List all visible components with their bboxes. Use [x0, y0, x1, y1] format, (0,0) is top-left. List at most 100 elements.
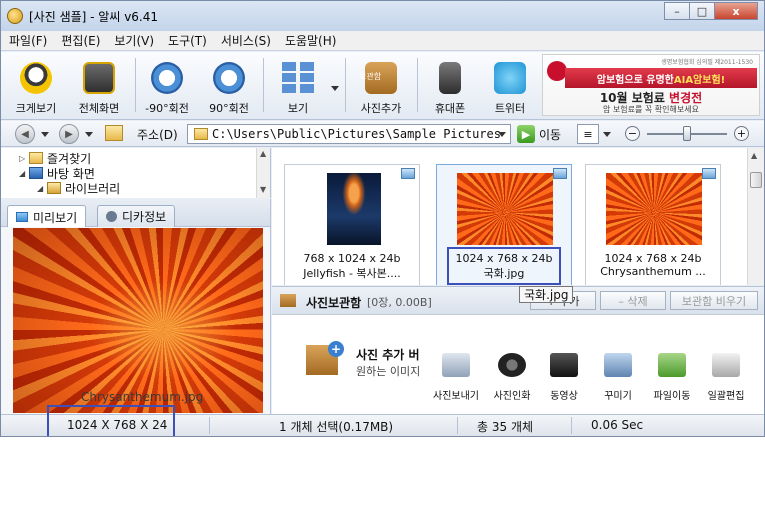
collapse-arrow-icon[interactable]: ◢: [19, 169, 29, 178]
image-type-icon: [401, 168, 415, 179]
twitter-label: 트위터: [494, 102, 526, 115]
fullscreen-button[interactable]: 전체화면: [71, 56, 127, 116]
menu-tools[interactable]: 도구(T): [168, 32, 207, 49]
status-divider: [571, 417, 572, 434]
action-label: 사진보내기: [433, 391, 479, 402]
go-label[interactable]: 이동: [539, 126, 561, 143]
tree-scrollbar[interactable]: ▲ ▼: [256, 148, 270, 198]
menu-view[interactable]: 보기(V): [114, 32, 154, 49]
back-arrow-icon: ◀: [21, 128, 29, 140]
ad-headline-highlight: 변경전: [669, 91, 703, 105]
ad-subtext: 암 보험료를 꼭 확인해보세요: [603, 105, 699, 114]
thumbnail-item[interactable]: 1024 x 768 x 24b Chrysanthemum ...: [585, 164, 721, 285]
list-view-dropdown-icon[interactable]: [603, 132, 611, 137]
photo-storage-panel: 사진보관함 [0장, 0.00B] + 추가 – 삭제 보관함 비우기 + 사진…: [272, 286, 764, 414]
ad-ribbon-text: 암보험으로 유명한: [596, 74, 674, 86]
menu-services[interactable]: 서비스(S): [221, 32, 271, 49]
title-bar: [사진 샘플] - 알씨 v6.41 – □ x: [1, 1, 764, 31]
ad-headline-text: 10월 보험료: [599, 91, 670, 105]
storage-clear-button[interactable]: 보관함 비우기: [670, 291, 758, 310]
image-type-icon: [702, 168, 716, 179]
ad-banner[interactable]: 생명보험협회 심의필 제2011-1530 암보험으로 유명한 AIA암보험! …: [542, 54, 760, 116]
zoom-out-button[interactable]: −: [625, 126, 640, 141]
go-button[interactable]: ▶: [517, 125, 535, 143]
batch-edit-button[interactable]: 일괄편집: [698, 353, 754, 402]
thumbnail-scrollbar[interactable]: ▲: [747, 148, 764, 285]
twitter-icon: [494, 62, 526, 94]
info-icon: [106, 211, 117, 222]
fullscreen-label: 전체화면: [78, 102, 120, 115]
close-button[interactable]: x: [714, 2, 758, 20]
minimize-button[interactable]: –: [664, 2, 690, 20]
add-photo-label: 사진추가: [360, 102, 402, 115]
address-bar: ◀ ▶ 주소(D) C:\Users\Public\Pictures\Sampl…: [1, 121, 764, 147]
zoom-in-button[interactable]: +: [734, 126, 749, 141]
list-view-button[interactable]: ≡: [577, 124, 599, 144]
status-time: 0.06 Sec: [591, 418, 644, 432]
menu-help[interactable]: 도움말(H): [285, 32, 337, 49]
thumbnail-dimensions: 768 x 1024 x 24b: [303, 252, 401, 265]
twitter-button[interactable]: 트위터: [485, 56, 535, 116]
video-button[interactable]: 동영상: [536, 353, 592, 402]
go-arrow-icon: ▶: [521, 127, 531, 141]
print-photo-button[interactable]: 사진인화: [484, 353, 540, 402]
preview-image[interactable]: [13, 228, 263, 413]
decorate-button[interactable]: 꾸미기: [590, 353, 646, 402]
favorites-folder-icon: [29, 152, 43, 164]
forward-button[interactable]: ▶: [59, 124, 79, 144]
tree-item-libraries[interactable]: ◢ 라이브러리: [37, 180, 120, 196]
menu-file[interactable]: 파일(F): [9, 32, 47, 49]
collapse-arrow-icon[interactable]: ◢: [37, 184, 47, 193]
thumbnail-dimensions: 1024 x 768 x 24b: [604, 252, 702, 265]
storage-delete-button[interactable]: – 삭제: [600, 291, 666, 310]
rotate-right-label: 90°회전: [209, 102, 249, 115]
magnify-button[interactable]: 크게보기: [11, 56, 61, 116]
clapperboard-icon: [550, 353, 578, 377]
view-button[interactable]: 보기: [273, 56, 323, 116]
address-dropdown-icon[interactable]: [498, 132, 506, 137]
thumbnail-item[interactable]: 768 x 1024 x 24b Jellyfish - 복사본....: [284, 164, 420, 285]
back-history-dropdown-icon[interactable]: [41, 132, 49, 137]
phone-label: 휴대폰: [434, 102, 466, 115]
forward-arrow-icon: ▶: [65, 128, 73, 140]
storage-header: 사진보관함 [0장, 0.00B] + 추가 – 삭제 보관함 비우기: [272, 287, 764, 315]
storage-promo-subtitle: 원하는 이미지: [356, 365, 421, 378]
address-label: 주소(D): [137, 128, 178, 142]
tab-exif[interactable]: 디카정보: [97, 205, 176, 227]
folder-tree: ▷ 즐겨찾기 ◢ 바탕 화면 ◢ 라이브러리 ▲ ▼: [1, 148, 271, 198]
tab-preview[interactable]: 미리보기: [7, 205, 87, 228]
send-photo-button[interactable]: 사진보내기: [428, 353, 484, 402]
highlight-box: [447, 247, 561, 285]
rotate-left-label: -90°회전: [145, 102, 189, 115]
rotate-left-button[interactable]: -90°회전: [141, 56, 193, 116]
address-path: C:\Users\Public\Pictures\Sample Pictures: [212, 127, 501, 141]
grid-view-icon: [282, 62, 314, 94]
folder-move-icon: [658, 353, 686, 377]
rotate-right-button[interactable]: 90°회전: [203, 56, 255, 116]
scrollbar-thumb[interactable]: [750, 172, 762, 188]
view-dropdown-icon[interactable]: [331, 86, 339, 91]
phone-button[interactable]: 휴대폰: [425, 56, 475, 116]
move-files-button[interactable]: 파일이동: [644, 353, 700, 402]
forward-history-dropdown-icon[interactable]: [85, 132, 93, 137]
scroll-down-icon[interactable]: ▼: [260, 185, 266, 194]
scroll-up-icon[interactable]: ▲: [751, 151, 757, 160]
tree-item-label: 라이브러리: [65, 181, 121, 196]
action-label: 사진인화: [493, 391, 531, 402]
tab-exif-label: 디카정보: [122, 210, 167, 224]
filename-tooltip: 국화.jpg: [519, 286, 574, 303]
menu-edit[interactable]: 편집(E): [61, 32, 100, 49]
batch-edit-icon: [712, 353, 740, 377]
photo-box-icon: 보관함: [359, 62, 397, 94]
toolbar-divider: [345, 58, 346, 112]
add-photo-button[interactable]: 보관함 사진추가: [353, 56, 409, 116]
status-total: 총 35 개체: [477, 420, 534, 434]
action-label: 일괄편집: [707, 391, 745, 402]
up-folder-icon[interactable]: [105, 125, 123, 141]
zoom-slider-thumb[interactable]: [683, 126, 691, 141]
maximize-button[interactable]: □: [689, 2, 715, 20]
back-button[interactable]: ◀: [15, 124, 35, 144]
scroll-up-icon[interactable]: ▲: [260, 149, 266, 158]
expand-arrow-icon[interactable]: ▷: [19, 154, 29, 163]
address-input[interactable]: C:\Users\Public\Pictures\Sample Pictures: [187, 124, 511, 144]
